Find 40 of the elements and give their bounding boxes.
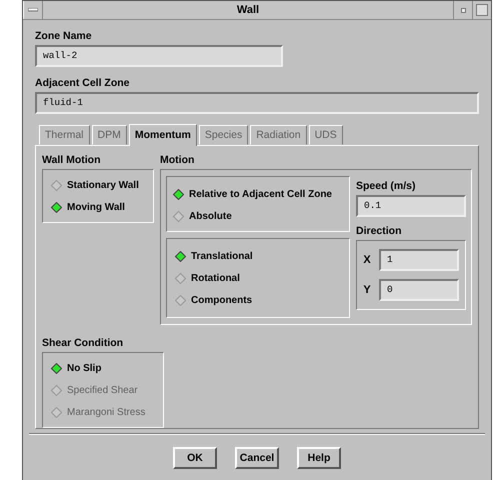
radio-label: Rotational <box>191 272 240 284</box>
field-label: Adjacent Cell Zone <box>35 77 131 89</box>
window-menu-icon[interactable] <box>28 8 38 12</box>
radio-button[interactable] <box>175 250 186 262</box>
axis-label: Y <box>362 284 372 296</box>
radio-button[interactable] <box>175 272 186 284</box>
dialog-button[interactable]: Help <box>297 447 341 469</box>
maximize-icon[interactable] <box>476 4 488 16</box>
minimize-icon[interactable] <box>460 8 466 12</box>
dialog-button[interactable]: Cancel <box>235 447 279 469</box>
input-field[interactable]: 1 <box>379 249 459 271</box>
field-label: Zone Name <box>35 30 93 42</box>
radio-button[interactable] <box>173 210 184 222</box>
window-title: Wall <box>236 3 260 18</box>
group-label: Wall Motion <box>42 154 102 166</box>
input-field[interactable]: fluid-1 <box>35 92 479 114</box>
radio-button[interactable] <box>175 294 186 306</box>
radio-button[interactable] <box>51 202 62 212</box>
input-field[interactable]: 0 <box>379 279 459 301</box>
radio-label: Moving Wall <box>67 202 125 212</box>
field-label: Speed (m/s) <box>356 180 417 192</box>
tab[interactable]: Momentum <box>128 124 197 146</box>
radio-button[interactable] <box>51 180 62 190</box>
radio-button[interactable] <box>173 188 184 200</box>
radio-label: Absolute <box>189 210 232 222</box>
radio-button[interactable] <box>51 362 62 374</box>
radio-label: No Slip <box>67 362 102 374</box>
field-label: Direction <box>356 225 403 237</box>
dialog-button[interactable]: OK <box>173 447 217 469</box>
axis-label: X <box>362 254 372 266</box>
radio-label: Specified Shear <box>67 384 138 396</box>
group-label: Motion <box>160 154 196 166</box>
radio-label: Stationary Wall <box>67 180 139 190</box>
radio-label: Marangoni Stress <box>67 406 146 418</box>
radio-label: Relative to Adjacent Cell Zone <box>189 188 332 200</box>
radio-label: Components <box>191 294 252 306</box>
group-label: Shear Condition <box>42 337 124 349</box>
input-field[interactable]: wall-2 <box>35 45 283 67</box>
radio-label: Translational <box>191 250 253 262</box>
input-field[interactable]: 0.1 <box>356 195 466 217</box>
